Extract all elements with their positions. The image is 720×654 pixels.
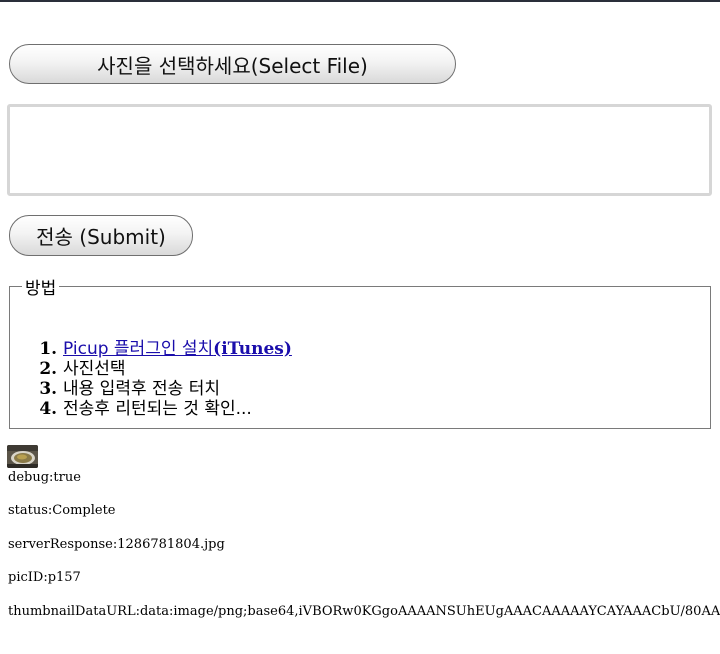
step-item-2: 사진선택	[63, 359, 292, 379]
step-item-4: 전송후 리턴되는 것 확인...	[63, 399, 292, 419]
howto-legend: 방법	[25, 279, 57, 299]
step-text: 전송후 리턴되는 것 확인...	[63, 399, 252, 419]
picup-install-link-label: Picup 플러그인 설치	[63, 339, 214, 359]
step-item-3: 내용 입력후 전송 터치	[63, 379, 292, 399]
pic-id-text: picID:p157	[8, 570, 81, 585]
thumbnail-data-url-text: thumbnailDataURL:data:image/png;base64,i…	[8, 604, 720, 619]
message-textarea[interactable]	[7, 104, 712, 196]
howto-fieldset: 방법 Picup 플러그인 설치(iTunes) 사진선택 내용 입력후 전송 …	[9, 274, 711, 429]
step-item-1: Picup 플러그인 설치(iTunes)	[63, 339, 292, 359]
status-text: status:Complete	[8, 503, 116, 518]
server-response-text: serverResponse:1286781804.jpg	[8, 537, 225, 552]
top-border	[0, 0, 720, 2]
uploaded-photo-thumbnail	[7, 445, 38, 468]
submit-button[interactable]: 전송 (Submit)	[9, 215, 193, 256]
photo-thumbnail-image	[7, 445, 38, 468]
steps-list: Picup 플러그인 설치(iTunes) 사진선택 내용 입력후 전송 터치 …	[10, 339, 292, 419]
select-file-button[interactable]: 사진을 선택하세요(Select File)	[9, 44, 456, 84]
debug-text: debug:true	[8, 470, 81, 485]
step-text: 사진선택	[63, 359, 126, 379]
step-text: 내용 입력후 전송 터치	[63, 379, 220, 399]
picup-install-link-suffix: (iTunes)	[213, 339, 292, 359]
picup-install-link[interactable]: Picup 플러그인 설치(iTunes)	[63, 339, 292, 359]
